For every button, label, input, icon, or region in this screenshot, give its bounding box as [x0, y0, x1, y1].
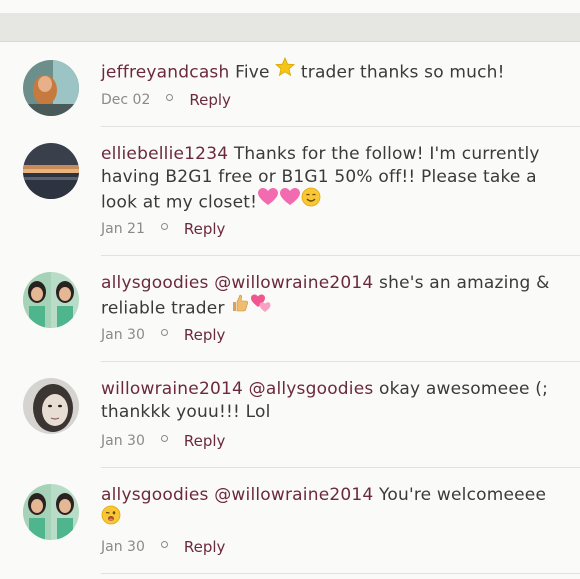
avatar[interactable]: [23, 60, 79, 116]
comment-text: trader thanks so much!: [295, 62, 505, 83]
comment-meta: Jan 30 Reply: [101, 326, 225, 344]
comment-date: Jan 21: [101, 221, 145, 237]
reply-button[interactable]: Reply: [184, 220, 226, 238]
separator-dot: [160, 222, 168, 230]
avatar[interactable]: [23, 378, 79, 434]
thumbs-up-icon: [230, 293, 250, 320]
separator-dot: [160, 434, 168, 442]
comment-username[interactable]: willowraine2014: [101, 379, 243, 399]
comment-text: having B2G1 free or B1G1 50% off!! Pleas…: [101, 167, 537, 187]
reply-button[interactable]: Reply: [184, 432, 226, 450]
comment-date: Jan 30: [101, 327, 145, 343]
comment-mention[interactable]: @allysgoodies: [249, 379, 374, 399]
comment-text: okay awesomeee (;: [373, 379, 549, 399]
comment-body: elliebellie1234 Thanks for the follow! I…: [101, 143, 561, 216]
comment-mention[interactable]: @willowraine2014: [214, 485, 373, 505]
comment-text: Five: [235, 62, 276, 83]
reply-button[interactable]: Reply: [184, 326, 226, 344]
winking-face-icon: [101, 505, 121, 532]
divider: [101, 467, 580, 468]
comment-meta: Dec 02 Reply: [101, 91, 231, 109]
comment-username[interactable]: allysgoodies: [101, 273, 209, 293]
comment-text: You're welcomeeee: [373, 485, 547, 505]
two-hearts-icon: [250, 293, 272, 320]
comment-body: jeffreyandcash Five trader thanks so muc…: [101, 56, 561, 86]
comment-body: willowraine2014 @allysgoodies okay aweso…: [101, 378, 561, 424]
sparkling-heart-icon: [257, 187, 279, 214]
comment-text: thankkk youu!!! Lol: [101, 402, 271, 422]
reply-button[interactable]: Reply: [189, 91, 231, 109]
comment-date: Jan 30: [101, 539, 145, 555]
comment-text: reliable trader: [101, 298, 231, 319]
comment-text: Thanks for the follow! I'm currently: [233, 144, 540, 164]
reply-button[interactable]: Reply: [184, 538, 226, 556]
comment-date: Dec 02: [101, 92, 151, 108]
comment-meta: Jan 30 Reply: [101, 432, 225, 450]
comment-text: she's an amazing &: [373, 273, 550, 293]
divider: [101, 361, 580, 362]
top-bar: [0, 13, 580, 42]
comment-body: allysgoodies @willowraine2014 she's an a…: [101, 272, 561, 322]
divider: [101, 255, 580, 256]
comment-meta: Jan 30 Reply: [101, 538, 225, 556]
comment-text: look at my closet!: [101, 192, 258, 213]
separator-dot: [166, 93, 174, 101]
sparkling-heart-icon: [279, 187, 301, 214]
comment-username[interactable]: elliebellie1234: [101, 144, 228, 164]
separator-dot: [160, 328, 168, 336]
star-icon: [275, 56, 296, 84]
avatar[interactable]: [23, 272, 79, 328]
avatar[interactable]: [23, 484, 79, 540]
comment-mention[interactable]: @willowraine2014: [214, 273, 373, 293]
avatar[interactable]: [23, 143, 79, 199]
smiling-face-icon: [301, 187, 321, 214]
comment-meta: Jan 21 Reply: [101, 220, 225, 238]
divider: [101, 573, 580, 574]
divider: [101, 126, 580, 127]
separator-dot: [160, 540, 168, 548]
comment-body: allysgoodies @willowraine2014 You're wel…: [101, 484, 561, 534]
comment-username[interactable]: allysgoodies: [101, 485, 209, 505]
comment-username[interactable]: jeffreyandcash: [101, 63, 229, 83]
comment-date: Jan 30: [101, 433, 145, 449]
